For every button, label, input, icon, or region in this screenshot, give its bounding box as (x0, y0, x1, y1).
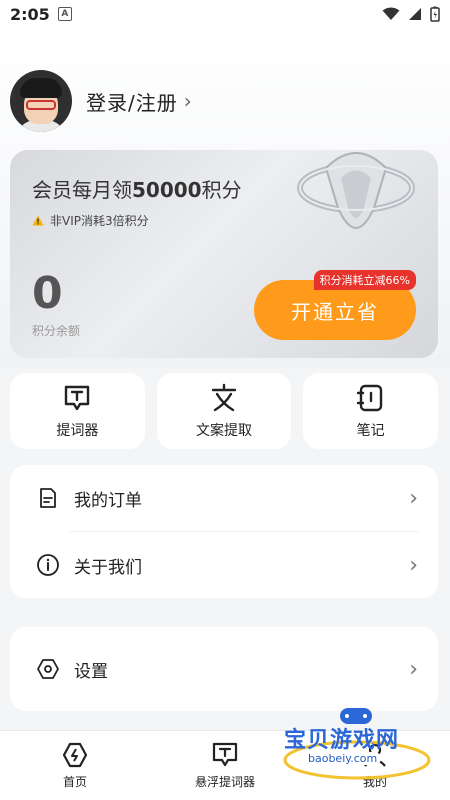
chevron-right-icon: › (409, 552, 418, 578)
chevron-right-icon: › (409, 656, 418, 682)
home-icon (62, 742, 88, 768)
notes-icon (356, 384, 382, 412)
tool-notes[interactable]: 笔记 (303, 373, 439, 449)
points-balance-label: 积分余额 (32, 324, 81, 338)
login-register-link[interactable]: 登录/注册 (86, 87, 178, 116)
tool-text-extract[interactable]: 文案提取 (156, 373, 292, 449)
status-icons (382, 6, 440, 22)
menu-group-settings: 设置 › (10, 627, 438, 711)
watermark-logo: 宝贝游戏网 baobeiy.com (282, 708, 432, 780)
vip-card: 会员每月领50000积分 非VIP消耗3倍积分 0 积分余额 开通立省 积分消耗… (10, 150, 438, 358)
menu-label: 关于我们 (74, 557, 142, 578)
menu-label: 设置 (74, 661, 108, 682)
menu-group-orders: 我的订单 › 关于我们 › (10, 465, 438, 598)
vip-ring-decoration-icon (297, 152, 415, 229)
watermark-url: baobeiy.com (304, 752, 382, 765)
nav-item-floating-teleprompter[interactable]: 悬浮提词器 (150, 731, 300, 800)
chevron-right-icon: › (409, 485, 418, 511)
nav-label: 首页 (62, 775, 87, 789)
login-row[interactable]: 登录/注册 › (10, 70, 192, 132)
menu-item-about-us[interactable]: 关于我们 › (10, 532, 438, 598)
warning-icon (32, 215, 44, 226)
menu-item-settings[interactable]: 设置 › (10, 627, 438, 711)
floating-teleprompter-icon (212, 742, 238, 767)
signal-icon (409, 8, 421, 20)
vip-title: 会员每月领50000积分 (32, 178, 242, 202)
tool-label: 提词器 (56, 423, 99, 439)
nav-item-home[interactable]: 首页 (0, 731, 150, 800)
status-time: 2:05 (10, 4, 50, 24)
text-extract-icon (211, 383, 237, 412)
chevron-right-icon: › (183, 89, 192, 113)
wifi-icon (382, 7, 400, 20)
info-icon (37, 554, 59, 576)
status-bar: 2:05 A (0, 0, 450, 28)
points-balance-value: 0 (32, 268, 63, 319)
tool-teleprompter[interactable]: 提词器 (10, 373, 145, 449)
nav-label: 悬浮提词器 (194, 775, 255, 789)
tools-row: 提词器 文案提取 笔记 (10, 373, 439, 449)
app-notification-icon: A (57, 7, 72, 21)
vip-note: 非VIP消耗3倍积分 (32, 212, 149, 229)
menu-item-my-orders[interactable]: 我的订单 › (10, 465, 438, 531)
menu-label: 我的订单 (74, 490, 142, 511)
teleprompter-icon (65, 385, 90, 411)
promo-badge: 积分消耗立减66% (313, 270, 416, 290)
watermark-text: 宝贝游戏网 (284, 728, 400, 753)
tool-label: 笔记 (356, 423, 385, 439)
order-icon (40, 488, 56, 508)
battery-icon (430, 6, 440, 22)
settings-icon (37, 659, 59, 679)
avatar[interactable] (10, 70, 72, 132)
tool-label: 文案提取 (196, 423, 252, 439)
